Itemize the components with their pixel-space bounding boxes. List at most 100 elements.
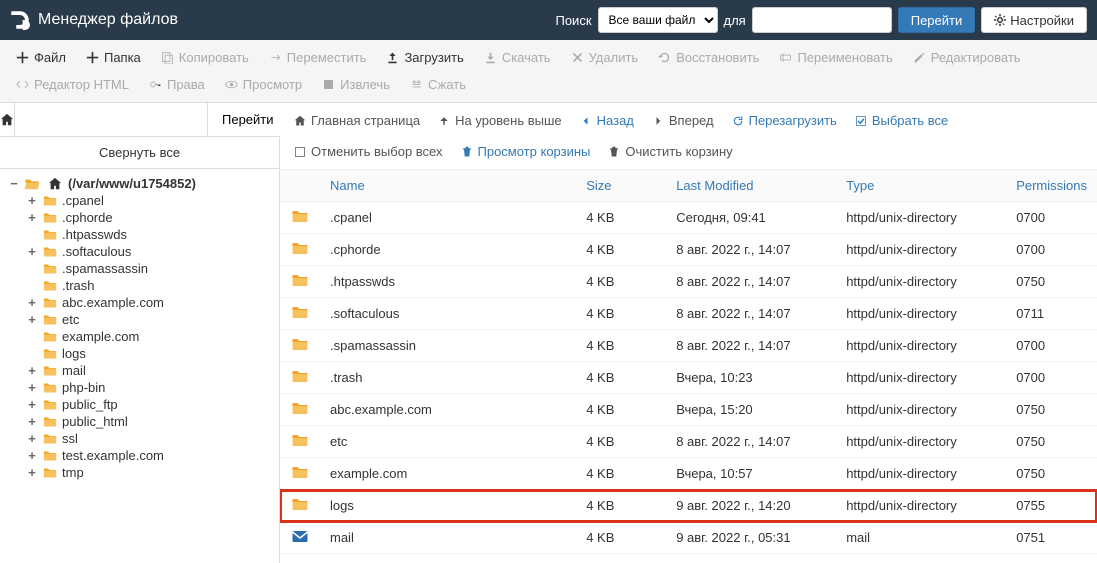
tree-item-label: mail	[62, 363, 86, 378]
col-name[interactable]: Name	[320, 170, 576, 202]
table-row[interactable]: abc.example.com4 KBВчера, 15:20httpd/uni…	[280, 394, 1097, 426]
tree-item[interactable]: +ssl	[18, 430, 279, 447]
search-scope-select[interactable]: Все ваши файлы	[598, 7, 718, 33]
cell-size: 4 KB	[576, 298, 666, 330]
expand-icon[interactable]: +	[26, 193, 38, 208]
selectall-button[interactable]: Выбрать все	[847, 107, 956, 134]
cell-size: 4 KB	[576, 330, 666, 362]
expand-icon[interactable]: +	[26, 312, 38, 327]
cell-name: abc.example.com	[320, 394, 576, 426]
tree-item[interactable]: +tmp	[18, 464, 279, 481]
tree-item[interactable]: +public_ftp	[18, 396, 279, 413]
table-row[interactable]: .cphorde4 KB8 авг. 2022 г., 14:07httpd/u…	[280, 234, 1097, 266]
tree-item-label: logs	[62, 346, 86, 361]
tree: − (/var/www/u1754852) +.cpanel+.cphorde.…	[0, 169, 279, 563]
up-button[interactable]: На уровень выше	[430, 107, 570, 134]
cell-modified: 8 авг. 2022 г., 14:07	[666, 426, 836, 458]
folder-icon	[42, 347, 58, 361]
cell-type: httpd/unix-directory	[836, 202, 1006, 234]
rename-icon	[779, 51, 792, 64]
cell-size: 4 KB	[576, 458, 666, 490]
reload-icon	[732, 115, 744, 127]
expand-icon[interactable]: +	[26, 363, 38, 378]
collapse-icon[interactable]: −	[8, 176, 20, 191]
search-go-button[interactable]: Перейти	[898, 7, 976, 33]
cell-perms: 0750	[1006, 458, 1097, 490]
path-go-button[interactable]: Перейти	[207, 103, 288, 136]
upload-button[interactable]: Загрузить	[376, 44, 473, 71]
table-row[interactable]: logs4 KB9 авг. 2022 г., 14:20httpd/unix-…	[280, 490, 1097, 522]
key-icon	[149, 78, 162, 91]
table-row[interactable]: example.com4 KBВчера, 10:57httpd/unix-di…	[280, 458, 1097, 490]
folder-button[interactable]: Папка	[76, 44, 151, 71]
download-icon	[484, 51, 497, 64]
tree-item[interactable]: + abc.example.com	[18, 294, 279, 311]
table-row[interactable]: .softaculous4 KB8 авг. 2022 г., 14:07htt…	[280, 298, 1097, 330]
tree-root[interactable]: − (/var/www/u1754852)	[0, 175, 279, 192]
tree-item[interactable]: .trash	[18, 277, 279, 294]
table-row[interactable]: .spamassassin4 KB8 авг. 2022 г., 14:07ht…	[280, 330, 1097, 362]
folder-icon	[42, 449, 58, 463]
col-size[interactable]: Size	[576, 170, 666, 202]
tree-item[interactable]: + mail	[18, 362, 279, 379]
table-row[interactable]: etc4 KB8 авг. 2022 г., 14:07httpd/unix-d…	[280, 426, 1097, 458]
cell-size: 4 KB	[576, 362, 666, 394]
tree-item[interactable]: +test.example.com	[18, 447, 279, 464]
forward-icon	[652, 115, 664, 127]
deselect-button[interactable]: Отменить выбор всех	[286, 138, 451, 165]
file-button[interactable]: Файл	[6, 44, 76, 71]
tree-item[interactable]: +.cpanel	[18, 192, 279, 209]
table-row[interactable]: .htpasswds4 KB8 авг. 2022 г., 14:07httpd…	[280, 266, 1097, 298]
compress-icon	[410, 78, 423, 91]
expand-icon[interactable]: +	[26, 465, 38, 480]
cell-perms: 0711	[1006, 298, 1097, 330]
folder-icon	[42, 398, 58, 412]
expand-icon[interactable]: +	[26, 431, 38, 446]
expand-icon[interactable]: +	[26, 448, 38, 463]
expand-icon[interactable]: +	[26, 380, 38, 395]
search-input[interactable]	[752, 7, 892, 33]
reload-button[interactable]: Перезагрузить	[724, 107, 845, 134]
folder-icon	[290, 240, 310, 256]
path-bar: Перейти	[0, 103, 279, 137]
tree-item[interactable]: example.com	[18, 328, 279, 345]
back-button[interactable]: Назад	[572, 107, 642, 134]
home-button[interactable]	[0, 103, 15, 136]
tree-item[interactable]: +.cphorde	[18, 209, 279, 226]
cell-modified: Вчера, 15:20	[666, 394, 836, 426]
home-button[interactable]: Главная страница	[286, 107, 428, 134]
tree-item[interactable]: +etc	[18, 311, 279, 328]
tree-item[interactable]: .htpasswds	[18, 226, 279, 243]
table-row[interactable]: mail4 KB9 авг. 2022 г., 05:31mail0751	[280, 522, 1097, 554]
settings-button[interactable]: Настройки	[981, 7, 1087, 33]
expand-icon[interactable]: +	[26, 397, 38, 412]
path-input[interactable]	[15, 103, 207, 136]
expand-icon[interactable]: +	[26, 244, 38, 259]
expand-icon[interactable]: +	[26, 210, 38, 225]
col-modified[interactable]: Last Modified	[666, 170, 836, 202]
tree-item[interactable]: +php-bin	[18, 379, 279, 396]
emptytrash-button[interactable]: Очистить корзину	[600, 138, 740, 165]
collapse-all-button[interactable]: Свернуть все	[0, 137, 279, 169]
folder-icon	[290, 368, 310, 384]
forward-button[interactable]: Вперед	[644, 107, 722, 134]
col-perms[interactable]: Permissions	[1006, 170, 1097, 202]
expand-icon[interactable]: +	[26, 295, 38, 310]
mail-icon	[290, 528, 310, 544]
table-row[interactable]: .cpanel4 KBСегодня, 09:41httpd/unix-dire…	[280, 202, 1097, 234]
compress-button: Сжать	[400, 71, 476, 98]
tree-item[interactable]: .spamassassin	[18, 260, 279, 277]
table-row[interactable]: php-bin4 KB8 авг. 2022 г., 14:15httpd/un…	[280, 554, 1097, 563]
folder-icon	[42, 194, 58, 208]
expand-icon[interactable]: +	[26, 414, 38, 429]
tree-item-label: public_html	[62, 414, 128, 429]
cell-name: .trash	[320, 362, 576, 394]
viewtrash-button[interactable]: Просмотр корзины	[453, 138, 599, 165]
tree-item[interactable]: +.softaculous	[18, 243, 279, 260]
tree-item[interactable]: logs	[18, 345, 279, 362]
tree-item[interactable]: + public_html	[18, 413, 279, 430]
table-row[interactable]: .trash4 KBВчера, 10:23httpd/unix-directo…	[280, 362, 1097, 394]
col-type[interactable]: Type	[836, 170, 1006, 202]
tree-item-label: abc.example.com	[62, 295, 164, 310]
cell-name: .cphorde	[320, 234, 576, 266]
